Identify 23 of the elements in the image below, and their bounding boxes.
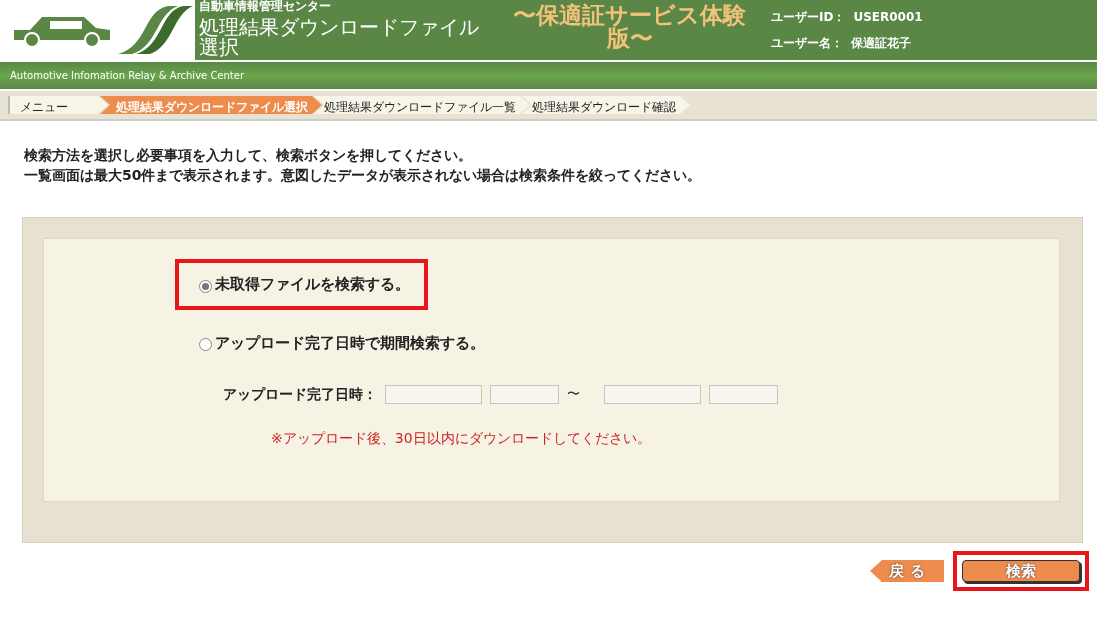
instruction-text: 検索方法を選択し必要事項を入力して、検索ボタンを押してください。 [24, 146, 473, 165]
date-input-field[interactable] [604, 384, 701, 404]
user-name-label: ユーザー名： [771, 35, 843, 52]
breadcrumb-step[interactable]: 処理結果ダウンロードファイル一覧 [314, 96, 530, 114]
breadcrumb-step[interactable]: 処理結果ダウンロード確認 [522, 96, 690, 114]
user-name: 保適証花子 [851, 35, 911, 52]
swoosh-logo-icon [118, 6, 193, 54]
radio-option[interactable]: アップロード完了日時で期間検索する。 [175, 317, 503, 368]
organization-english-name: Automotive Infomation Relay & Archive Center [10, 70, 245, 81]
user-id-label: ユーザーID： [771, 9, 846, 26]
instruction-text: 一覧画面は最大50件まで表示されます。意図したデータが表示されない場合は検索条件を絞ってください。 [24, 166, 703, 185]
organization-name: 自動車情報管理センター [199, 0, 332, 14]
date-input-field[interactable] [385, 384, 482, 404]
time-input-field[interactable] [709, 384, 778, 404]
service-title: 〜保適証サービス体験版〜 [512, 4, 747, 53]
page-title: 処理結果ダウンロードファイル選択 [199, 17, 480, 58]
range-separator: 〜 [567, 385, 580, 404]
breadcrumb-step[interactable]: メニュー [8, 96, 108, 114]
user-id: USER0001 [853, 9, 923, 26]
notice-text: ※アップロード後、30日以内にダウンロードしてください。 [271, 430, 651, 446]
highlighted-radio-option[interactable]: 未取得ファイルを検索する。 [175, 259, 428, 310]
time-input-field[interactable] [490, 384, 559, 404]
date-range-label: アップロード完了日時： [223, 385, 377, 404]
